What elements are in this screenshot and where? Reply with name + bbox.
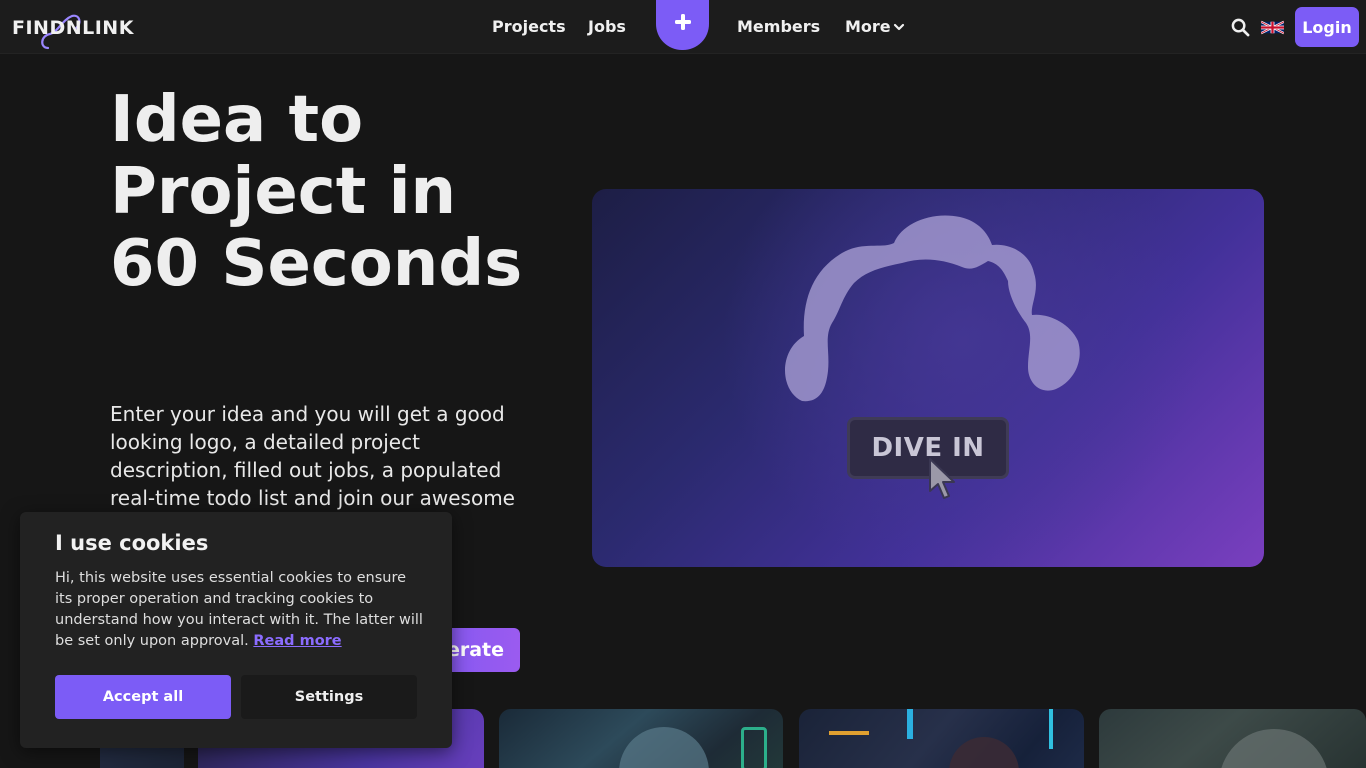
hero-video-card[interactable]: DIVE IN [592,189,1264,567]
nav-more[interactable]: More [845,17,891,36]
read-more-link[interactable]: Read more [253,633,341,649]
cookie-text: Hi, this website uses essential cookies … [55,568,425,652]
plus-icon [674,14,691,30]
project-thumbnail[interactable] [799,709,1084,768]
nav-jobs[interactable]: Jobs [588,17,626,36]
project-thumbnail[interactable] [1099,709,1366,768]
accept-all-button[interactable]: Accept all [55,675,231,719]
chevron-down-icon[interactable] [893,21,905,33]
cookie-body: Hi, this website uses essential cookies … [55,570,423,649]
login-button[interactable]: Login [1295,7,1359,47]
cookie-title: I use cookies [55,531,209,555]
create-project-button[interactable] [656,0,709,50]
nav-members[interactable]: Members [737,17,820,36]
uk-flag-icon[interactable] [1261,20,1284,35]
top-navbar: FINDNLINK Projects Jobs Members More Log… [0,0,1366,54]
logo-text: FINDNLINK [12,17,134,39]
search-icon[interactable] [1231,18,1250,37]
logo[interactable]: FINDNLINK [12,12,133,50]
hero-title: Idea to Project in 60 Seconds [110,83,523,301]
mouse-cursor-icon [929,458,955,499]
character-hair-illustration [785,215,1080,402]
project-thumbnail[interactable] [499,709,783,768]
nav-projects[interactable]: Projects [492,17,566,36]
hero-description: Enter your idea and you will get a good … [110,402,515,510]
cookie-settings-button[interactable]: Settings [241,675,417,719]
cookie-banner: I use cookies Hi, this website uses esse… [20,512,452,748]
